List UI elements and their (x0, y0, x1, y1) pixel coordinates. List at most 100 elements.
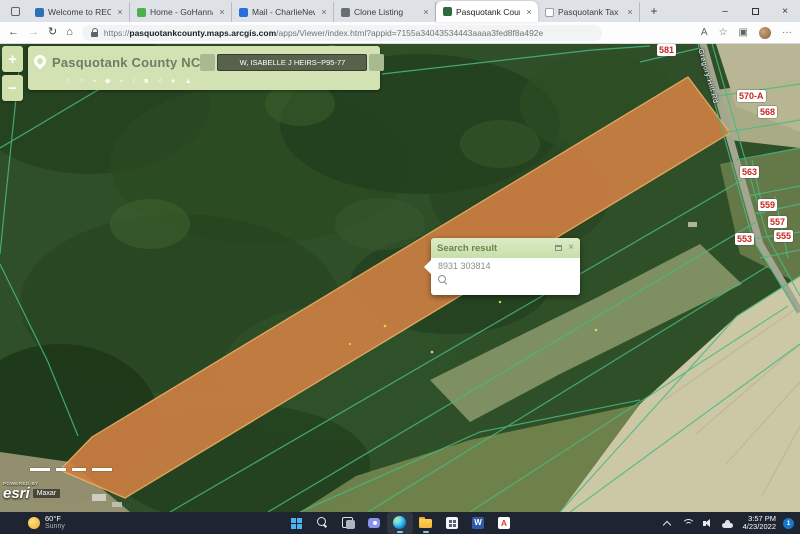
weather-condition: Sunny (45, 523, 65, 531)
collections-icon[interactable]: ▣ (739, 28, 748, 38)
tab-close-icon[interactable]: × (625, 7, 635, 17)
minimize-button[interactable]: – (710, 0, 740, 22)
popup-header[interactable]: Search result × (431, 238, 580, 258)
taskbar-clock[interactable]: 3:57 PM 4/23/2022 (743, 515, 776, 532)
zoom-out-button[interactable]: − (2, 75, 23, 101)
mail-favicon (239, 8, 248, 17)
tab-close-icon[interactable]: × (524, 7, 534, 17)
notification-badge[interactable]: 1 (783, 518, 794, 529)
word-button[interactable] (465, 512, 491, 534)
chat-button[interactable] (361, 512, 387, 534)
home-icon[interactable]: ⌂ (66, 76, 71, 86)
tab-close-icon[interactable]: × (319, 7, 329, 17)
search-button[interactable] (309, 512, 335, 534)
tab-home-gohanna[interactable]: Home - GoHanna × (130, 2, 232, 22)
parcel-label-570a: 570-A (737, 90, 766, 102)
task-view-button[interactable] (335, 512, 361, 534)
layers-icon[interactable]: ◆ (105, 76, 111, 86)
sun-icon (28, 517, 40, 529)
onedrive-icon[interactable] (719, 513, 735, 533)
parcel-label-553: 553 (735, 233, 754, 245)
file-explorer-button[interactable] (413, 512, 439, 534)
close-window-button[interactable]: × (770, 0, 800, 22)
parcel-search-input[interactable] (217, 54, 367, 71)
tab-close-icon[interactable]: × (217, 7, 227, 17)
popup-title: Search result (437, 243, 497, 254)
maximize-button[interactable] (740, 0, 770, 22)
popup-close-icon[interactable]: × (568, 243, 574, 253)
browser-tab-strip: Welcome to REOcentral × Home - GoHanna ×… (0, 0, 800, 22)
tab-clone-listing[interactable]: Clone Listing × (334, 2, 436, 22)
forward-icon: → (28, 27, 39, 38)
tab-label: Pasquotank Tax Card (558, 7, 621, 17)
popup-body: 8931 303814 (431, 258, 580, 295)
acrobat-icon (494, 513, 514, 533)
url-prefix: https:// (104, 28, 130, 38)
hidden-icons-chevron[interactable] (659, 513, 675, 533)
windows-logo-icon (286, 513, 306, 533)
weather-temp: 60°F (45, 515, 65, 523)
tab-actions-button[interactable] (6, 3, 24, 19)
tab-welcome-reocentral[interactable]: Welcome to REOcentral × (28, 2, 130, 22)
search-dropdown-button[interactable] (200, 54, 215, 71)
chat-icon (364, 513, 384, 533)
tab-close-icon[interactable]: × (115, 7, 125, 17)
search-submit-button[interactable] (369, 54, 384, 71)
zoom-to-icon[interactable] (438, 275, 450, 287)
taskbar-app-icons (283, 512, 517, 534)
start-button[interactable] (283, 512, 309, 534)
url-path: /apps/Viewer/index.html?appid=7155a34043… (276, 28, 543, 38)
office-button[interactable] (439, 512, 465, 534)
zoom-in-button[interactable]: + (2, 46, 23, 72)
map-app-header: Pasquotank County NC ⌂ ○ ▪ ◆ + / ■ < ● ▲ (28, 46, 380, 90)
basemap-icon[interactable]: ■ (144, 76, 149, 86)
tab-pasquotank-tax-card[interactable]: Pasquotank Tax Card × (538, 2, 640, 22)
edge-button[interactable] (387, 512, 413, 534)
refresh-icon[interactable]: ↻ (48, 27, 57, 38)
info-icon[interactable]: ● (171, 76, 176, 86)
volume-icon[interactable] (699, 513, 715, 533)
add-data-icon[interactable]: + (120, 76, 124, 86)
location-pin-wrap (34, 57, 46, 67)
tab-label: Pasquotank County NC (456, 7, 520, 17)
share-icon[interactable]: < (158, 76, 162, 86)
url-text: https://pasquotankcounty.maps.arcgis.com… (104, 28, 543, 38)
settings-menu-icon[interactable]: ··· (782, 28, 792, 38)
tab-label: Clone Listing (354, 7, 417, 17)
folder-icon (416, 513, 436, 533)
map-toolbar: ⌂ ○ ▪ ◆ + / ■ < ● ▲ (66, 76, 374, 86)
wifi-icon[interactable] (679, 513, 695, 533)
favorites-star-icon[interactable]: ☆ (719, 28, 728, 38)
tab-mail[interactable]: Mail - CharlieNewsome… × (232, 2, 334, 22)
tab-close-icon[interactable]: × (421, 7, 431, 17)
map-canvas[interactable]: + − Pasquotank County NC ⌂ ○ ▪ ◆ + / ■ <… (0, 44, 800, 512)
acrobat-button[interactable] (491, 512, 517, 534)
app-title: Pasquotank County NC (52, 55, 200, 70)
map-scale-bar (30, 468, 112, 471)
gohanna-favicon (137, 8, 146, 17)
tab-pasquotank-county-active[interactable]: Pasquotank County NC × (436, 1, 538, 22)
window-controls: – × (710, 0, 800, 22)
back-icon[interactable]: ← (8, 27, 19, 38)
popup-result-text: 8931 303814 (438, 261, 573, 271)
popup-maximize-icon[interactable] (555, 245, 562, 251)
clock-date: 4/23/2022 (743, 523, 776, 532)
home-icon[interactable]: ⌂ (66, 27, 73, 38)
imagery-provider-badge: Maxar (33, 489, 60, 498)
new-tab-button[interactable]: + (644, 2, 664, 20)
profile-avatar[interactable] (759, 27, 771, 39)
system-tray: 3:57 PM 4/23/2022 1 (659, 513, 800, 533)
map-zoom-controls: + − (2, 46, 23, 101)
task-view-icon (338, 513, 358, 533)
measure-icon[interactable]: ▲ (184, 76, 191, 86)
url-field[interactable]: https://pasquotankcounty.maps.arcgis.com… (82, 25, 602, 41)
extent-icon[interactable]: ○ (80, 76, 85, 86)
weather-widget[interactable]: 60°F Sunny (0, 515, 65, 531)
bookmark-icon[interactable]: ▪ (93, 76, 96, 86)
parcel-label-557: 557 (768, 216, 787, 228)
document-favicon (545, 8, 554, 17)
read-aloud-icon[interactable]: A (701, 28, 708, 38)
browser-address-bar: ← → ↻ ⌂ https://pasquotankcounty.maps.ar… (0, 22, 800, 44)
esri-logo: esri (3, 486, 30, 501)
draw-icon[interactable]: / (133, 76, 135, 86)
